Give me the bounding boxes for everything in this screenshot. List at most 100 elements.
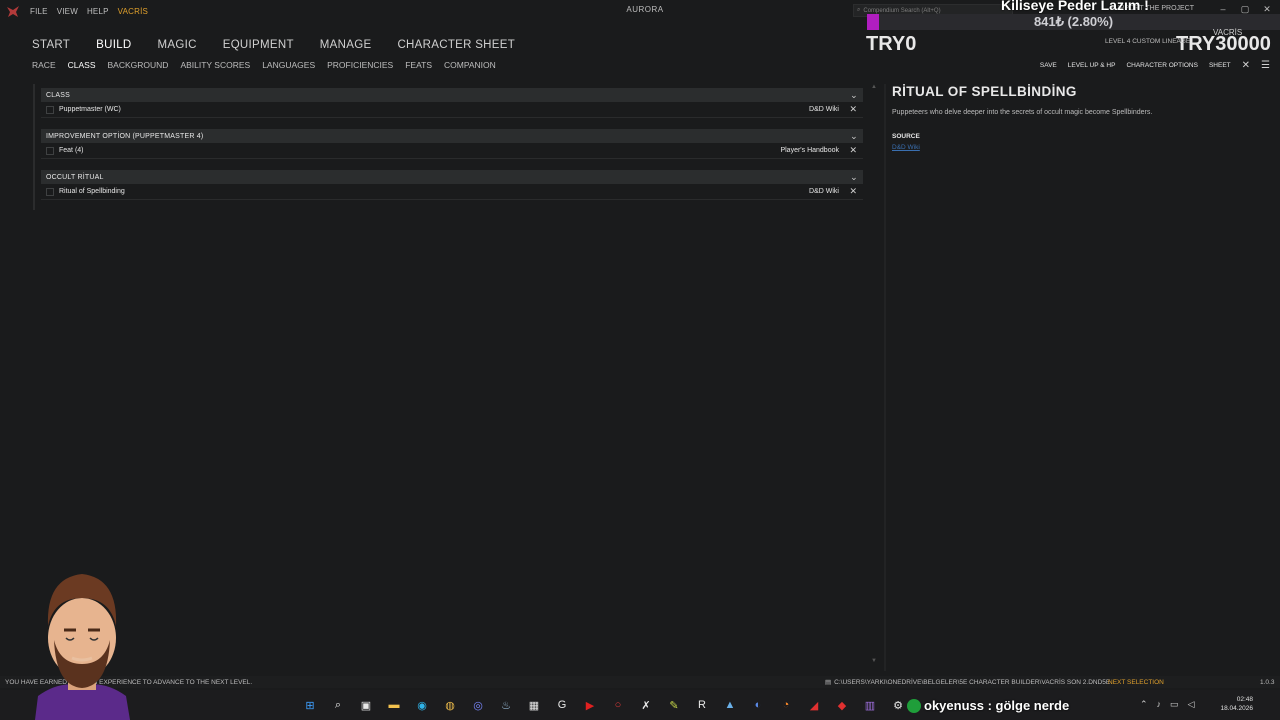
streamer-avatar [35, 574, 130, 720]
discord-icon[interactable]: ◎ [468, 695, 488, 715]
panel-divider[interactable] [884, 84, 886, 671]
tab-languages[interactable]: LANGUAGES [262, 60, 315, 70]
section-header[interactable]: IMPROVEMENT OPTİON (PUPPETMASTER 4) ⌄ [41, 129, 863, 143]
character-summary: LEVEL 4 CUSTOM LINEAGE [1105, 38, 1191, 45]
file-icon: ▤ [825, 679, 832, 686]
selection-row[interactable]: Ritual of Spellbinding D&D Wiki ✕ [41, 184, 863, 200]
section-header[interactable]: OCCULT RİTUAL ⌄ [41, 170, 863, 184]
steam-icon[interactable]: ♨ [496, 695, 516, 715]
shield-icon[interactable]: ◆ [832, 695, 852, 715]
tab-proficiencies[interactable]: PROFICIENCIES [327, 60, 393, 70]
window-controls: – ▢ ✕ [1218, 4, 1272, 15]
chevron-down-icon[interactable]: ⌄ [848, 130, 860, 142]
scroll-down-icon[interactable]: ▼ [871, 658, 877, 664]
section-header-label: IMPROVEMENT OPTİON (PUPPETMASTER 4) [46, 132, 204, 140]
selection-item: Ritual of Spellbinding [59, 188, 125, 195]
remove-icon[interactable]: ✕ [849, 145, 857, 156]
nav-start[interactable]: START [32, 39, 70, 51]
detail-source-link[interactable]: D&D Wiki [892, 144, 920, 151]
remove-icon[interactable]: ✕ [849, 186, 857, 197]
app-version: 1.0.3 [1260, 678, 1275, 686]
character-options-button[interactable]: CHARACTER OPTIONS [1126, 62, 1198, 69]
clock-time: 02:48 [1236, 696, 1253, 703]
search-placeholder: Compendium Search (Alt+Q) [863, 7, 941, 14]
aurora-logo-icon [7, 6, 19, 17]
goal-min: TRY0 [866, 33, 917, 55]
aurora-task-icon[interactable]: ✗ [636, 695, 656, 715]
chrome-icon[interactable]: ◍ [440, 695, 460, 715]
section-header-label: OCCULT RİTUAL [46, 173, 104, 181]
section-header[interactable]: CLASS ⌄ [41, 88, 863, 102]
nav-build[interactable]: BUILD [96, 39, 131, 51]
menu-view[interactable]: VIEW [57, 7, 78, 16]
windows-start-icon[interactable]: ⊞ [300, 695, 320, 715]
twitch-icon[interactable]: ▥ [860, 695, 880, 715]
microphone-icon[interactable]: ♪ [1157, 699, 1162, 710]
level-up-button[interactable]: LEVEL UP & HP [1068, 62, 1116, 69]
remove-icon[interactable]: ✕ [849, 104, 857, 115]
minimize-icon[interactable]: – [1218, 4, 1228, 14]
item-checkbox-icon [46, 187, 54, 196]
main-nav: START BUILD MAGIC EQUIPMENT MANAGE CHARA… [32, 39, 515, 51]
section-class: CLASS ⌄ Puppetmaster (WC) D&D Wiki ✕ [41, 88, 863, 118]
taskbar-clock[interactable]: 02:48 18.04.2026 [1215, 695, 1253, 713]
menu-bar: FILE VIEW HELP VACRİS [30, 7, 148, 16]
selection-item: Puppetmaster (WC) [59, 106, 121, 113]
selection-source: D&D Wiki [809, 188, 839, 195]
youtube-icon[interactable]: ▶ [580, 695, 600, 715]
epic-games-icon[interactable]: ▦ [524, 695, 544, 715]
maximize-icon[interactable]: ▢ [1240, 4, 1250, 14]
menu-character[interactable]: VACRİS [118, 7, 148, 16]
right-nav: SAVE LEVEL UP & HP CHARACTER OPTIONS SHE… [1040, 60, 1270, 71]
adobe-icon[interactable]: ◢ [804, 695, 824, 715]
tool-icon[interactable]: ✎ [664, 695, 684, 715]
clock-date: 18.04.2026 [1220, 705, 1253, 712]
tab-companion[interactable]: COMPANION [444, 60, 496, 70]
scroll-up-icon[interactable]: ▲ [871, 84, 877, 90]
build-selections-panel: CLASS ⌄ Puppetmaster (WC) D&D Wiki ✕ IMP… [33, 84, 863, 210]
detail-source-label: SOURCE [892, 133, 920, 140]
photos-icon[interactable]: ▲ [720, 695, 740, 715]
firefox-icon[interactable]: ◔ [776, 695, 796, 715]
chat-message: okyenuss : gölge nerde [907, 698, 1069, 713]
menu-help[interactable]: HELP [87, 7, 109, 16]
hamburger-menu-icon[interactable]: ☰ [1261, 60, 1270, 71]
settings-icon[interactable]: ⚙ [888, 695, 908, 715]
chevron-down-icon[interactable]: ⌄ [848, 171, 860, 183]
file-explorer-icon[interactable]: ▬ [384, 695, 404, 715]
ea-icon[interactable]: ◐ [748, 695, 768, 715]
network-icon[interactable]: ▭ [1170, 699, 1179, 710]
g-hub-icon[interactable]: G [552, 695, 572, 715]
nav-manage[interactable]: MANAGE [320, 39, 372, 51]
selection-source: D&D Wiki [809, 106, 839, 113]
selection-row[interactable]: Feat (4) Player's Handbook ✕ [41, 143, 863, 159]
save-button[interactable]: SAVE [1040, 62, 1057, 69]
nav-magic[interactable]: MAGIC [158, 39, 197, 51]
tab-class[interactable]: CLASS [68, 60, 96, 70]
selection-row[interactable]: Puppetmaster (WC) D&D Wiki ✕ [41, 102, 863, 118]
selection-item: Feat (4) [59, 147, 84, 154]
menu-file[interactable]: FILE [30, 7, 48, 16]
sheet-button[interactable]: SHEET [1209, 62, 1231, 69]
opera-icon[interactable]: ○ [608, 695, 628, 715]
tab-ability-scores[interactable]: ABILITY SCORES [180, 60, 250, 70]
task-view-icon[interactable]: ▣ [356, 695, 376, 715]
r-app-icon[interactable]: R [692, 695, 712, 715]
tab-race[interactable]: RACE [32, 60, 56, 70]
tab-feats[interactable]: FEATS [405, 60, 432, 70]
close-sheet-icon[interactable]: ✕ [1242, 60, 1250, 71]
volume-icon[interactable]: ◁ [1188, 699, 1195, 710]
chat-text: okyenuss : gölge nerde [924, 698, 1070, 713]
nav-equipment[interactable]: EQUIPMENT [223, 39, 294, 51]
nav-character-sheet[interactable]: CHARACTER SHEET [397, 39, 515, 51]
edge-icon[interactable]: ◉ [412, 695, 432, 715]
chevron-down-icon[interactable]: ⌄ [848, 89, 860, 101]
selection-source: Player's Handbook [780, 147, 839, 154]
search-icon[interactable]: ⌕ [328, 695, 348, 715]
tab-background[interactable]: BACKGROUND [108, 60, 169, 70]
next-selection-button[interactable]: NEXT SELECTION [1108, 679, 1164, 686]
detail-title: RİTUAL OF SPELLBİNDİNG [892, 84, 1077, 99]
section-improvement-option: IMPROVEMENT OPTİON (PUPPETMASTER 4) ⌄ Fe… [41, 129, 863, 159]
chevron-up-icon[interactable]: ⌃ [1140, 699, 1148, 710]
close-window-icon[interactable]: ✕ [1262, 4, 1272, 14]
